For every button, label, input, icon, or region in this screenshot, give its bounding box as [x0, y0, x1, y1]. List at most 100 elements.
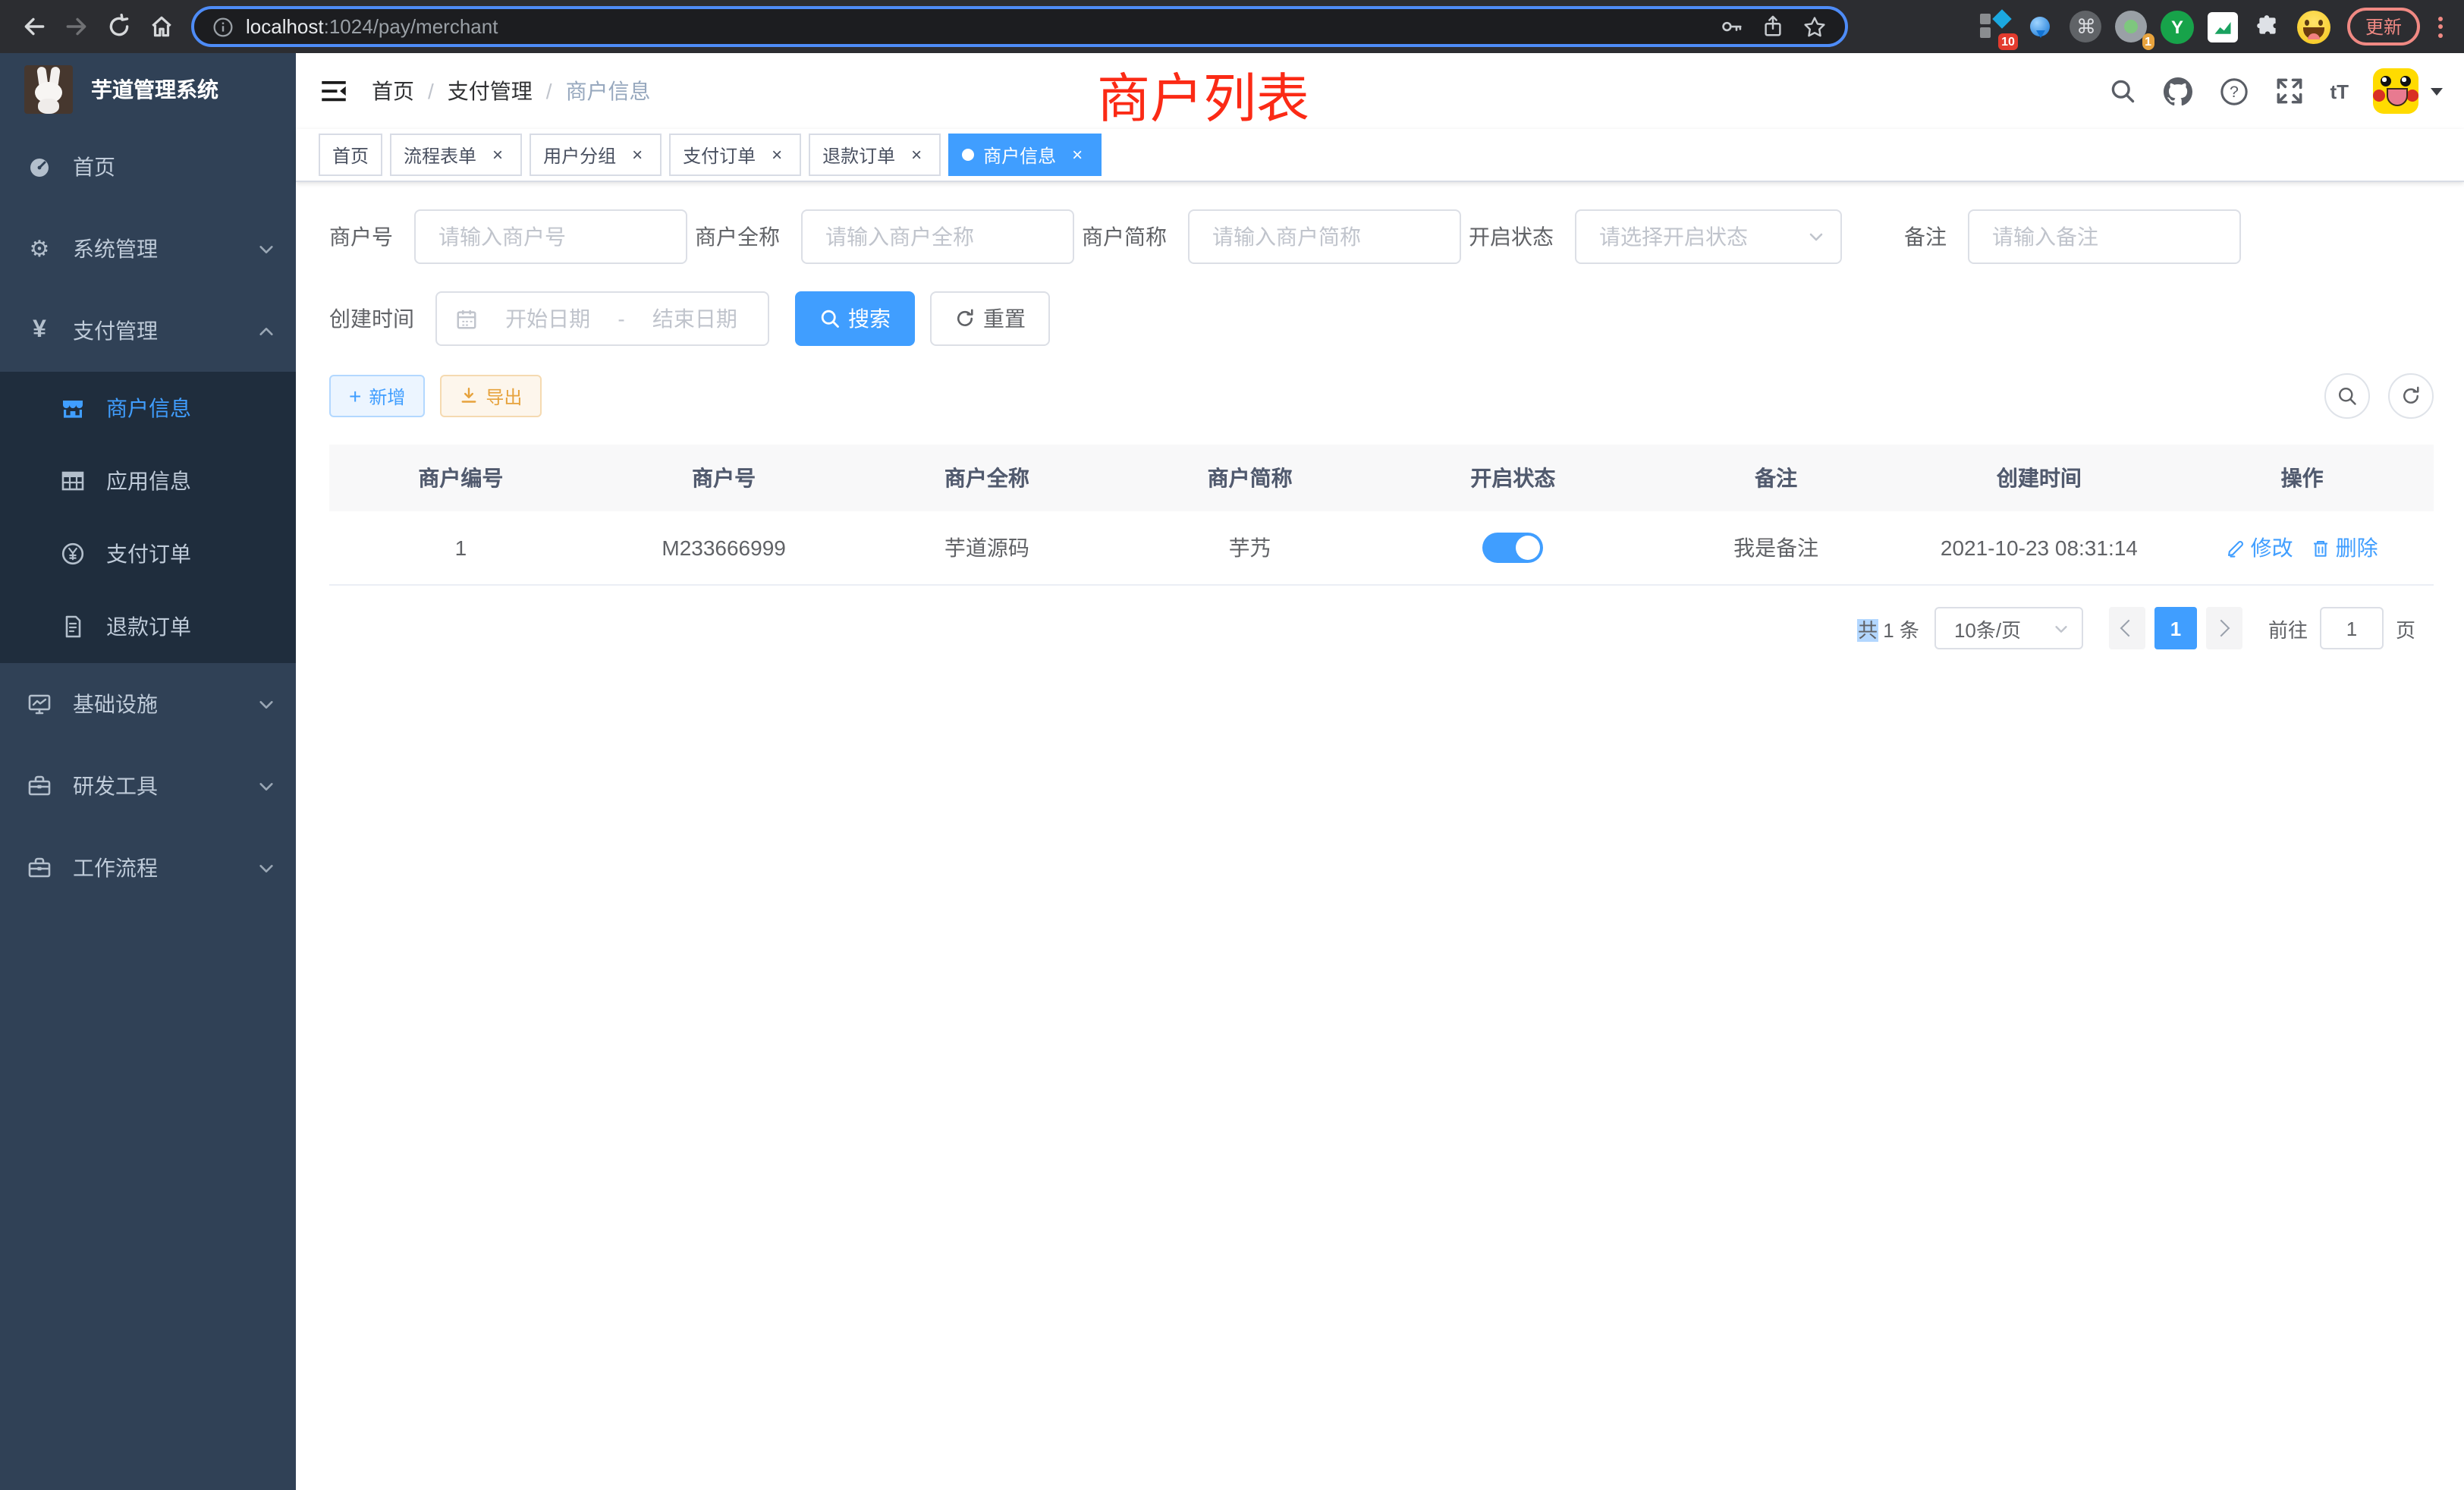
- page-number-1[interactable]: 1: [2154, 607, 2197, 649]
- url-text: localhost:1024/pay/merchant: [246, 15, 498, 38]
- profile-avatar-icon[interactable]: [2296, 8, 2332, 45]
- status-toggle[interactable]: [1482, 533, 1543, 563]
- reload-icon[interactable]: [100, 8, 137, 45]
- merchant-no-input[interactable]: [414, 209, 687, 264]
- tags-view-bar: 首页 流程表单 × 用户分组 × 支付订单 ×: [296, 129, 2464, 182]
- tab-home[interactable]: 首页: [319, 134, 382, 176]
- close-icon[interactable]: ×: [1067, 144, 1088, 165]
- extension-grid-icon[interactable]: 10: [1977, 8, 2013, 45]
- sidebar-item-app-info[interactable]: 应用信息: [0, 445, 296, 517]
- filter-label: 开启状态: [1469, 222, 1575, 252]
- emoji-face: [2297, 10, 2330, 43]
- date-range-picker[interactable]: 开始日期 - 结束日期: [435, 291, 769, 346]
- extension-command-icon[interactable]: ⌘: [2068, 8, 2104, 45]
- extension-chart-icon[interactable]: [2205, 8, 2241, 45]
- sidebar-item-devtools[interactable]: 研发工具: [0, 745, 296, 827]
- table-grid-icon: [61, 469, 85, 493]
- export-label: 导出: [486, 383, 522, 409]
- forward-icon[interactable]: [58, 8, 94, 45]
- sidebar-item-refund-order[interactable]: 退款订单: [0, 590, 296, 663]
- remark-input[interactable]: [1968, 209, 2241, 264]
- show-search-icon[interactable]: [2324, 373, 2370, 419]
- sidebar-item-pay-order[interactable]: 支付订单: [0, 517, 296, 590]
- goto-label: 前往: [2268, 614, 2308, 643]
- browser-update-button[interactable]: 更新: [2347, 8, 2420, 46]
- y-logo: Y: [2161, 10, 2194, 43]
- monitor-chart-icon: [27, 692, 52, 716]
- page-size-select[interactable]: 10条/页: [1934, 607, 2083, 649]
- back-icon[interactable]: [15, 8, 52, 45]
- close-icon[interactable]: ×: [906, 144, 927, 165]
- breadcrumb-pay[interactable]: 支付管理: [448, 76, 533, 106]
- password-key-icon[interactable]: [1721, 15, 1743, 38]
- ext-diamond: [1992, 8, 2011, 27]
- calendar-icon: [455, 307, 478, 330]
- breadcrumb-separator: /: [428, 79, 434, 103]
- balloon-shape: [2031, 17, 2051, 36]
- close-icon[interactable]: ×: [766, 144, 787, 165]
- home-icon[interactable]: [143, 8, 179, 45]
- sidebar-collapse-icon[interactable]: [320, 77, 347, 105]
- status-select[interactable]: 请选择开启状态: [1575, 209, 1842, 264]
- fullscreen-icon[interactable]: [2275, 77, 2302, 105]
- prev-page-button[interactable]: [2109, 607, 2145, 649]
- refresh-table-icon[interactable]: [2388, 373, 2434, 419]
- extension-y-icon[interactable]: Y: [2159, 8, 2195, 45]
- tab-label: 流程表单: [404, 142, 476, 168]
- breadcrumb: 首页 / 支付管理 / 商户信息: [372, 76, 651, 106]
- sidebar-menu: 首页 ⚙ 系统管理 ¥ 支付管理: [0, 126, 296, 1490]
- tab-user-group[interactable]: 用户分组 ×: [530, 134, 662, 176]
- column-header: 商户编号: [329, 463, 592, 493]
- merchant-short-input[interactable]: [1188, 209, 1461, 264]
- url-bar[interactable]: localhost:1024/pay/merchant: [191, 6, 1848, 47]
- merchant-name-input[interactable]: [801, 209, 1074, 264]
- search-icon[interactable]: [2108, 77, 2136, 105]
- sidebar-item-infra[interactable]: 基础设施: [0, 663, 296, 745]
- site-info-icon[interactable]: [212, 16, 234, 37]
- share-icon[interactable]: [1762, 15, 1784, 38]
- reset-button[interactable]: 重置: [930, 291, 1050, 346]
- goto-page-input[interactable]: [2320, 607, 2384, 649]
- help-icon[interactable]: ?: [2219, 77, 2248, 105]
- github-icon[interactable]: [2163, 77, 2192, 105]
- sidebar-item-home[interactable]: 首页: [0, 126, 296, 208]
- filter-label: 商户简称: [1082, 222, 1188, 252]
- app-logo[interactable]: 芋道管理系统: [0, 53, 296, 126]
- url-host: localhost: [246, 15, 324, 38]
- breadcrumb-home[interactable]: 首页: [372, 76, 414, 106]
- font-size-icon[interactable]: tT: [2330, 80, 2349, 102]
- filter-remark: 备注: [1904, 209, 2241, 264]
- bookmark-star-icon[interactable]: [1802, 14, 1827, 39]
- extensions-puzzle-icon[interactable]: [2250, 8, 2286, 45]
- sidebar-item-pay[interactable]: ¥ 支付管理: [0, 290, 296, 372]
- page-annotation: 商户列表: [1097, 56, 1309, 134]
- tab-process-form[interactable]: 流程表单 ×: [390, 134, 522, 176]
- pagination: 共 1 条 10条/页 1 前往 页: [329, 607, 2434, 649]
- sidebar-item-workflow[interactable]: 工作流程: [0, 827, 296, 909]
- tab-pay-order[interactable]: 支付订单 ×: [669, 134, 801, 176]
- browser-menu-icon[interactable]: [2432, 13, 2449, 40]
- add-button[interactable]: + 新增: [329, 375, 425, 417]
- user-avatar[interactable]: [2373, 68, 2418, 114]
- download-icon: [460, 387, 478, 405]
- extension-pin-icon[interactable]: [2022, 8, 2059, 45]
- sidebar-item-system[interactable]: ⚙ 系统管理: [0, 208, 296, 290]
- navbar-actions: ? tT: [2081, 68, 2443, 114]
- search-button[interactable]: 搜索: [795, 291, 915, 346]
- delete-link[interactable]: 删除: [2312, 533, 2378, 563]
- next-page-button[interactable]: [2206, 607, 2242, 649]
- tab-merchant-info[interactable]: 商户信息 ×: [948, 134, 1102, 176]
- yen-icon: ¥: [27, 319, 52, 343]
- close-icon[interactable]: ×: [487, 144, 508, 165]
- logo-image: [24, 65, 73, 114]
- avatar-mouth: [2387, 88, 2408, 106]
- close-icon[interactable]: ×: [627, 144, 648, 165]
- edit-link[interactable]: 修改: [2227, 533, 2293, 563]
- avatar-dropdown-caret-icon[interactable]: [2431, 87, 2443, 101]
- extension-recorder-icon[interactable]: 1: [2114, 8, 2150, 45]
- tab-refund-order[interactable]: 退款订单 ×: [809, 134, 941, 176]
- export-button[interactable]: 导出: [440, 375, 542, 417]
- sidebar-item-merchant-info[interactable]: 商户信息: [0, 372, 296, 445]
- top-navbar: 首页 / 支付管理 / 商户信息 商户列表 ?: [296, 53, 2464, 129]
- url-path: :1024/pay/merchant: [324, 15, 498, 38]
